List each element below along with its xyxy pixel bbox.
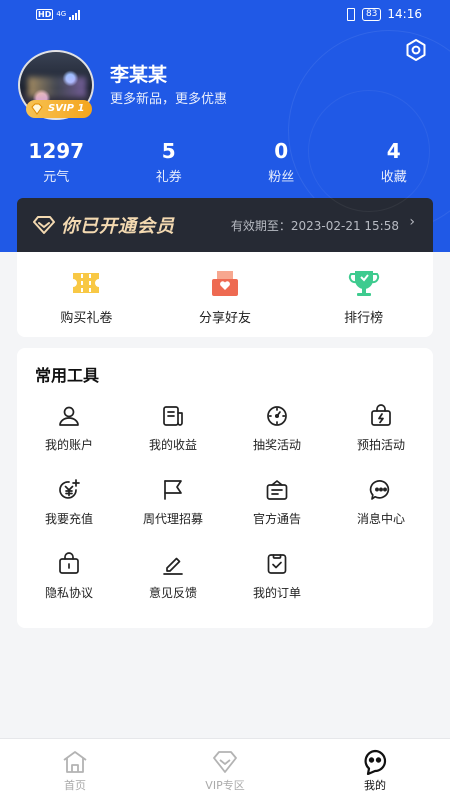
- tools-grid: 我的账户 我的收益 抽奖活动 预拍活动 我要充值 周代理招募 官方通告 消息中心…: [17, 396, 433, 618]
- bag-bolt-icon: [371, 404, 391, 426]
- battery-indicator: 83: [361, 7, 382, 21]
- clock: 14:16: [387, 7, 422, 21]
- tab-label: VIP专区: [205, 779, 245, 792]
- tab-vip[interactable]: VIP专区: [150, 739, 300, 800]
- tool-label: 官方通告: [252, 512, 301, 526]
- stat-yuanqi[interactable]: 1297 元气: [0, 138, 113, 185]
- tool-privacy-policy[interactable]: 隐私协议: [17, 544, 121, 618]
- crown-icon: [31, 103, 43, 115]
- signal-icon: [69, 9, 81, 20]
- stat-value: 1297: [28, 139, 85, 163]
- quick-leaderboard[interactable]: 排行榜: [294, 252, 433, 337]
- tools-title: 常用工具: [35, 366, 100, 385]
- tab-label: 我的: [364, 779, 386, 792]
- notice-icon: [266, 480, 288, 500]
- user-icon: [59, 406, 79, 426]
- stat-value: 0: [274, 139, 289, 163]
- flag-icon: [164, 480, 182, 500]
- tool-label: 我的收益: [148, 438, 197, 452]
- chevron-right-icon: ›: [409, 214, 415, 230]
- bottom-tab-bar: 首页 VIP专区 我的: [0, 738, 450, 800]
- vip-membership-banner[interactable]: 你已开通会员 有效期至：2023-02-21 15:58 ›: [17, 198, 433, 252]
- tool-label: 我的账户: [44, 438, 93, 452]
- tool-lottery[interactable]: 抽奖活动: [225, 396, 329, 470]
- quick-label: 排行榜: [344, 311, 384, 326]
- lottery-icon: [267, 406, 287, 426]
- tool-feedback[interactable]: 意见反馈: [121, 544, 225, 618]
- earnings-icon: [163, 406, 183, 426]
- stat-label: 元气: [43, 170, 70, 185]
- tool-my-earnings[interactable]: 我的收益: [121, 396, 225, 470]
- tool-agent-recruit[interactable]: 周代理招募: [121, 470, 225, 544]
- tool-recharge[interactable]: 我要充值: [17, 470, 121, 544]
- settings-icon[interactable]: [404, 38, 428, 62]
- tool-message-center[interactable]: 消息中心: [329, 470, 433, 544]
- tool-label: 隐私协议: [44, 586, 93, 600]
- stat-favorites[interactable]: 4 收藏: [338, 138, 450, 185]
- tool-my-account[interactable]: 我的账户: [17, 396, 121, 470]
- common-tools-panel: 常用工具 我的账户 我的收益 抽奖活动 预拍活动 我要充值 周代理招募 官方通告…: [17, 348, 433, 628]
- quick-label: 分享好友: [199, 311, 252, 326]
- stats-row: 1297 元气 5 礼券 0 粉丝 4 收藏: [0, 138, 450, 185]
- share-icon: [212, 271, 238, 296]
- vibrate-icon: [344, 8, 356, 21]
- stat-value: 4: [386, 139, 401, 163]
- user-name: 李某某: [110, 64, 168, 86]
- stat-value: 5: [161, 139, 176, 163]
- tool-label: 我的订单: [252, 586, 301, 600]
- tool-label: 消息中心: [356, 512, 405, 526]
- tab-mine[interactable]: 我的: [300, 739, 450, 800]
- trophy-icon: [348, 271, 379, 296]
- tool-label: 预拍活动: [356, 438, 405, 452]
- tool-my-orders[interactable]: 我的订单: [225, 544, 329, 618]
- vip-level-text: SVIP 1: [48, 103, 85, 114]
- tool-label: 意见反馈: [148, 586, 197, 600]
- tool-pre-auction[interactable]: 预拍活动: [329, 396, 433, 470]
- vip-expiry-date: 有效期至：2023-02-21 15:58: [230, 219, 399, 233]
- profile-icon: [364, 749, 387, 775]
- edit-icon: [163, 557, 183, 575]
- stat-label: 礼券: [155, 170, 182, 185]
- chat-icon: [369, 480, 390, 500]
- quick-label: 购买礼卷: [60, 311, 113, 326]
- diamond-icon: [33, 216, 55, 234]
- quick-buy-coupon[interactable]: 购买礼卷: [17, 252, 156, 337]
- ticket-icon: [73, 273, 100, 293]
- yen-plus-icon: [59, 479, 80, 499]
- status-bar: HD 4G 83 14:16: [0, 0, 450, 30]
- diamond-icon: [213, 751, 237, 773]
- home-icon: [63, 751, 87, 773]
- tool-label: 抽奖活动: [252, 438, 301, 452]
- tool-official-notice[interactable]: 官方通告: [225, 470, 329, 544]
- vip-status-title: 你已开通会员: [61, 216, 175, 237]
- lock-box-icon: [59, 552, 79, 574]
- profile-header: HD 4G 83 14:16 SVIP 1 李某某 更多新品，更多优惠 1297…: [0, 0, 450, 252]
- stat-coupons[interactable]: 5 礼券: [113, 138, 226, 185]
- stat-fans[interactable]: 0 粉丝: [225, 138, 338, 185]
- network-type: 4G: [56, 10, 67, 18]
- stat-label: 收藏: [380, 170, 407, 185]
- user-tagline: 更多新品，更多优惠: [110, 92, 228, 107]
- quick-actions: 购买礼卷 分享好友 排行榜: [17, 252, 433, 337]
- hd-indicator: HD: [36, 9, 54, 20]
- tab-label: 首页: [64, 779, 86, 792]
- vip-level-badge: SVIP 1: [26, 100, 93, 118]
- order-icon: [267, 554, 287, 574]
- tool-label: 周代理招募: [142, 512, 203, 526]
- quick-share-friends[interactable]: 分享好友: [156, 252, 295, 337]
- tab-home[interactable]: 首页: [0, 739, 150, 800]
- stat-label: 粉丝: [268, 170, 295, 185]
- tool-label: 我要充值: [44, 512, 93, 526]
